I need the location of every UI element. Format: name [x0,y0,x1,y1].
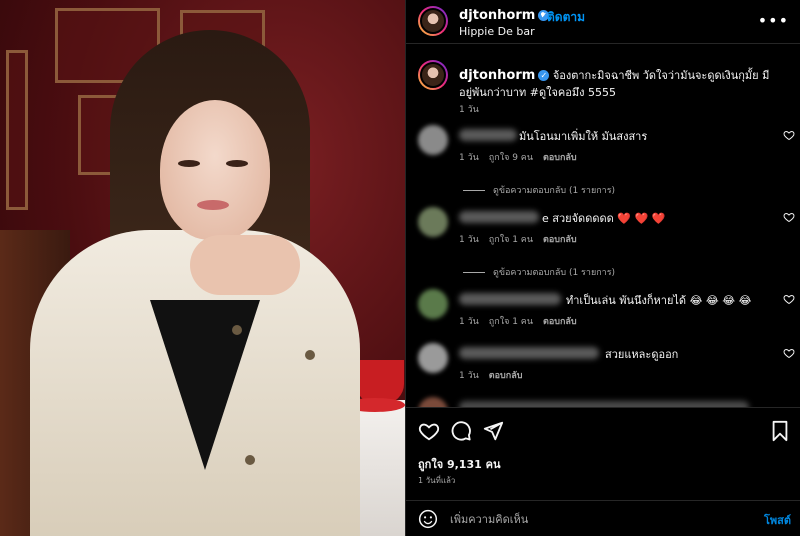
comment-time: 1 วัน [459,235,479,245]
blurred-username [459,293,561,305]
more-options-icon[interactable]: ••• [758,11,789,30]
comment-composer: โพสต์ [406,500,800,536]
blurred-username [459,211,539,223]
jacket-button [232,325,242,335]
reply-button[interactable]: ตอบกลับ [543,153,577,163]
separator-dot: • [539,8,547,23]
emoji-icon[interactable] [418,509,438,529]
action-bar [406,407,800,451]
post-details-panel: djtonhorm ✓ • ติดตาม Hippie De bar ••• dj… [405,0,800,536]
comment-meta: 1 วัน ถูกใจ 1 คน ตอบกลับ [459,314,587,328]
jacket-button [305,350,315,360]
view-replies-link[interactable]: ดูข้อความตอบกลับ (1 รายการ) [463,265,615,279]
caption-time: 1 วัน [459,105,479,115]
reply-button[interactable]: ตอบกลับ [543,317,577,327]
comment-text: มันโอนมาเพิ่มให้ มันสงสาร [519,130,648,143]
caption-username[interactable]: djtonhorm ✓ [459,68,550,83]
share-send-icon[interactable] [482,420,504,442]
hand [190,235,300,295]
view-replies-link[interactable]: ดูข้อความตอบกลับ (1 รายการ) [463,183,615,197]
eye [226,160,248,167]
comment-meta: 1 วัน ถูกใจ 9 คน ตอบกลับ [459,150,587,164]
like-heart-icon[interactable] [783,211,795,223]
comment-likes[interactable]: ถูกใจ 1 คน [489,317,533,327]
black-top [150,300,260,470]
verified-badge-icon: ✓ [538,70,550,81]
comment-time: 1 วัน [459,317,479,327]
comment-input[interactable] [450,507,740,531]
comments-list[interactable]: djtonhorm ✓ จ้องตากะมิจฉาชีพ วัดใจว่ามันจ… [406,55,800,407]
lips [197,200,229,210]
comment-bubble-icon[interactable] [450,420,472,442]
comment-text: สวยแหละดูออก [605,348,679,361]
comment-likes[interactable]: ถูกใจ 9 คน [489,153,533,163]
comment-meta: 1 วัน ตอบกลับ [459,368,532,382]
follow-button[interactable]: ติดตาม [547,8,585,27]
avatar[interactable] [418,207,448,237]
comment-time: 1 วัน [459,153,479,163]
face [160,100,270,240]
post-photo[interactable] [0,0,405,536]
eye [178,160,200,167]
location-link[interactable]: Hippie De bar [459,25,535,38]
comment-meta: 1 วัน ถูกใจ 1 คน ตอบกลับ [459,232,587,246]
comment-text: e สวยจัดดดดด ❤️ ❤️ ❤️ [542,212,666,225]
post-header: djtonhorm ✓ • ติดตาม Hippie De bar ••• [406,0,800,44]
likes-count[interactable]: ถูกใจ 9,131 คน [418,455,500,473]
bookmark-icon[interactable] [769,420,791,442]
avatar[interactable] [418,60,448,90]
blurred-username [459,347,599,359]
heart-emojis: ❤️ ❤️ ❤️ [617,212,666,225]
avatar[interactable] [418,397,448,407]
like-heart-icon[interactable] [783,293,795,305]
avatar[interactable] [418,289,448,319]
comment-text: ทำเป็นเล่น พันนึงก็หายได้ 😂 😂 😂 😂 [566,294,752,307]
wall-frame [6,50,28,210]
blurred-username [459,129,517,141]
username-link[interactable]: djtonhorm ✓ [459,8,550,23]
reply-button[interactable]: ตอบกลับ [543,235,577,245]
caption-text: djtonhorm ✓ จ้องตากะมิจฉาชีพ วัดใจว่ามันจ… [459,67,781,101]
like-heart-icon[interactable] [783,129,795,141]
avatar[interactable] [418,6,448,36]
post-comment-button[interactable]: โพสต์ [764,511,791,529]
avatar[interactable] [418,343,448,373]
like-heart-icon[interactable] [418,420,440,442]
jacket-button [245,455,255,465]
avatar[interactable] [418,125,448,155]
comment-time: 1 วัน [459,371,479,381]
comment-likes[interactable]: ถูกใจ 1 คน [489,235,533,245]
post-timestamp: 1 วันที่แล้ว [418,476,456,485]
reply-button[interactable]: ตอบกลับ [489,371,523,381]
like-heart-icon[interactable] [783,347,795,359]
username-text[interactable]: djtonhorm [459,8,535,23]
